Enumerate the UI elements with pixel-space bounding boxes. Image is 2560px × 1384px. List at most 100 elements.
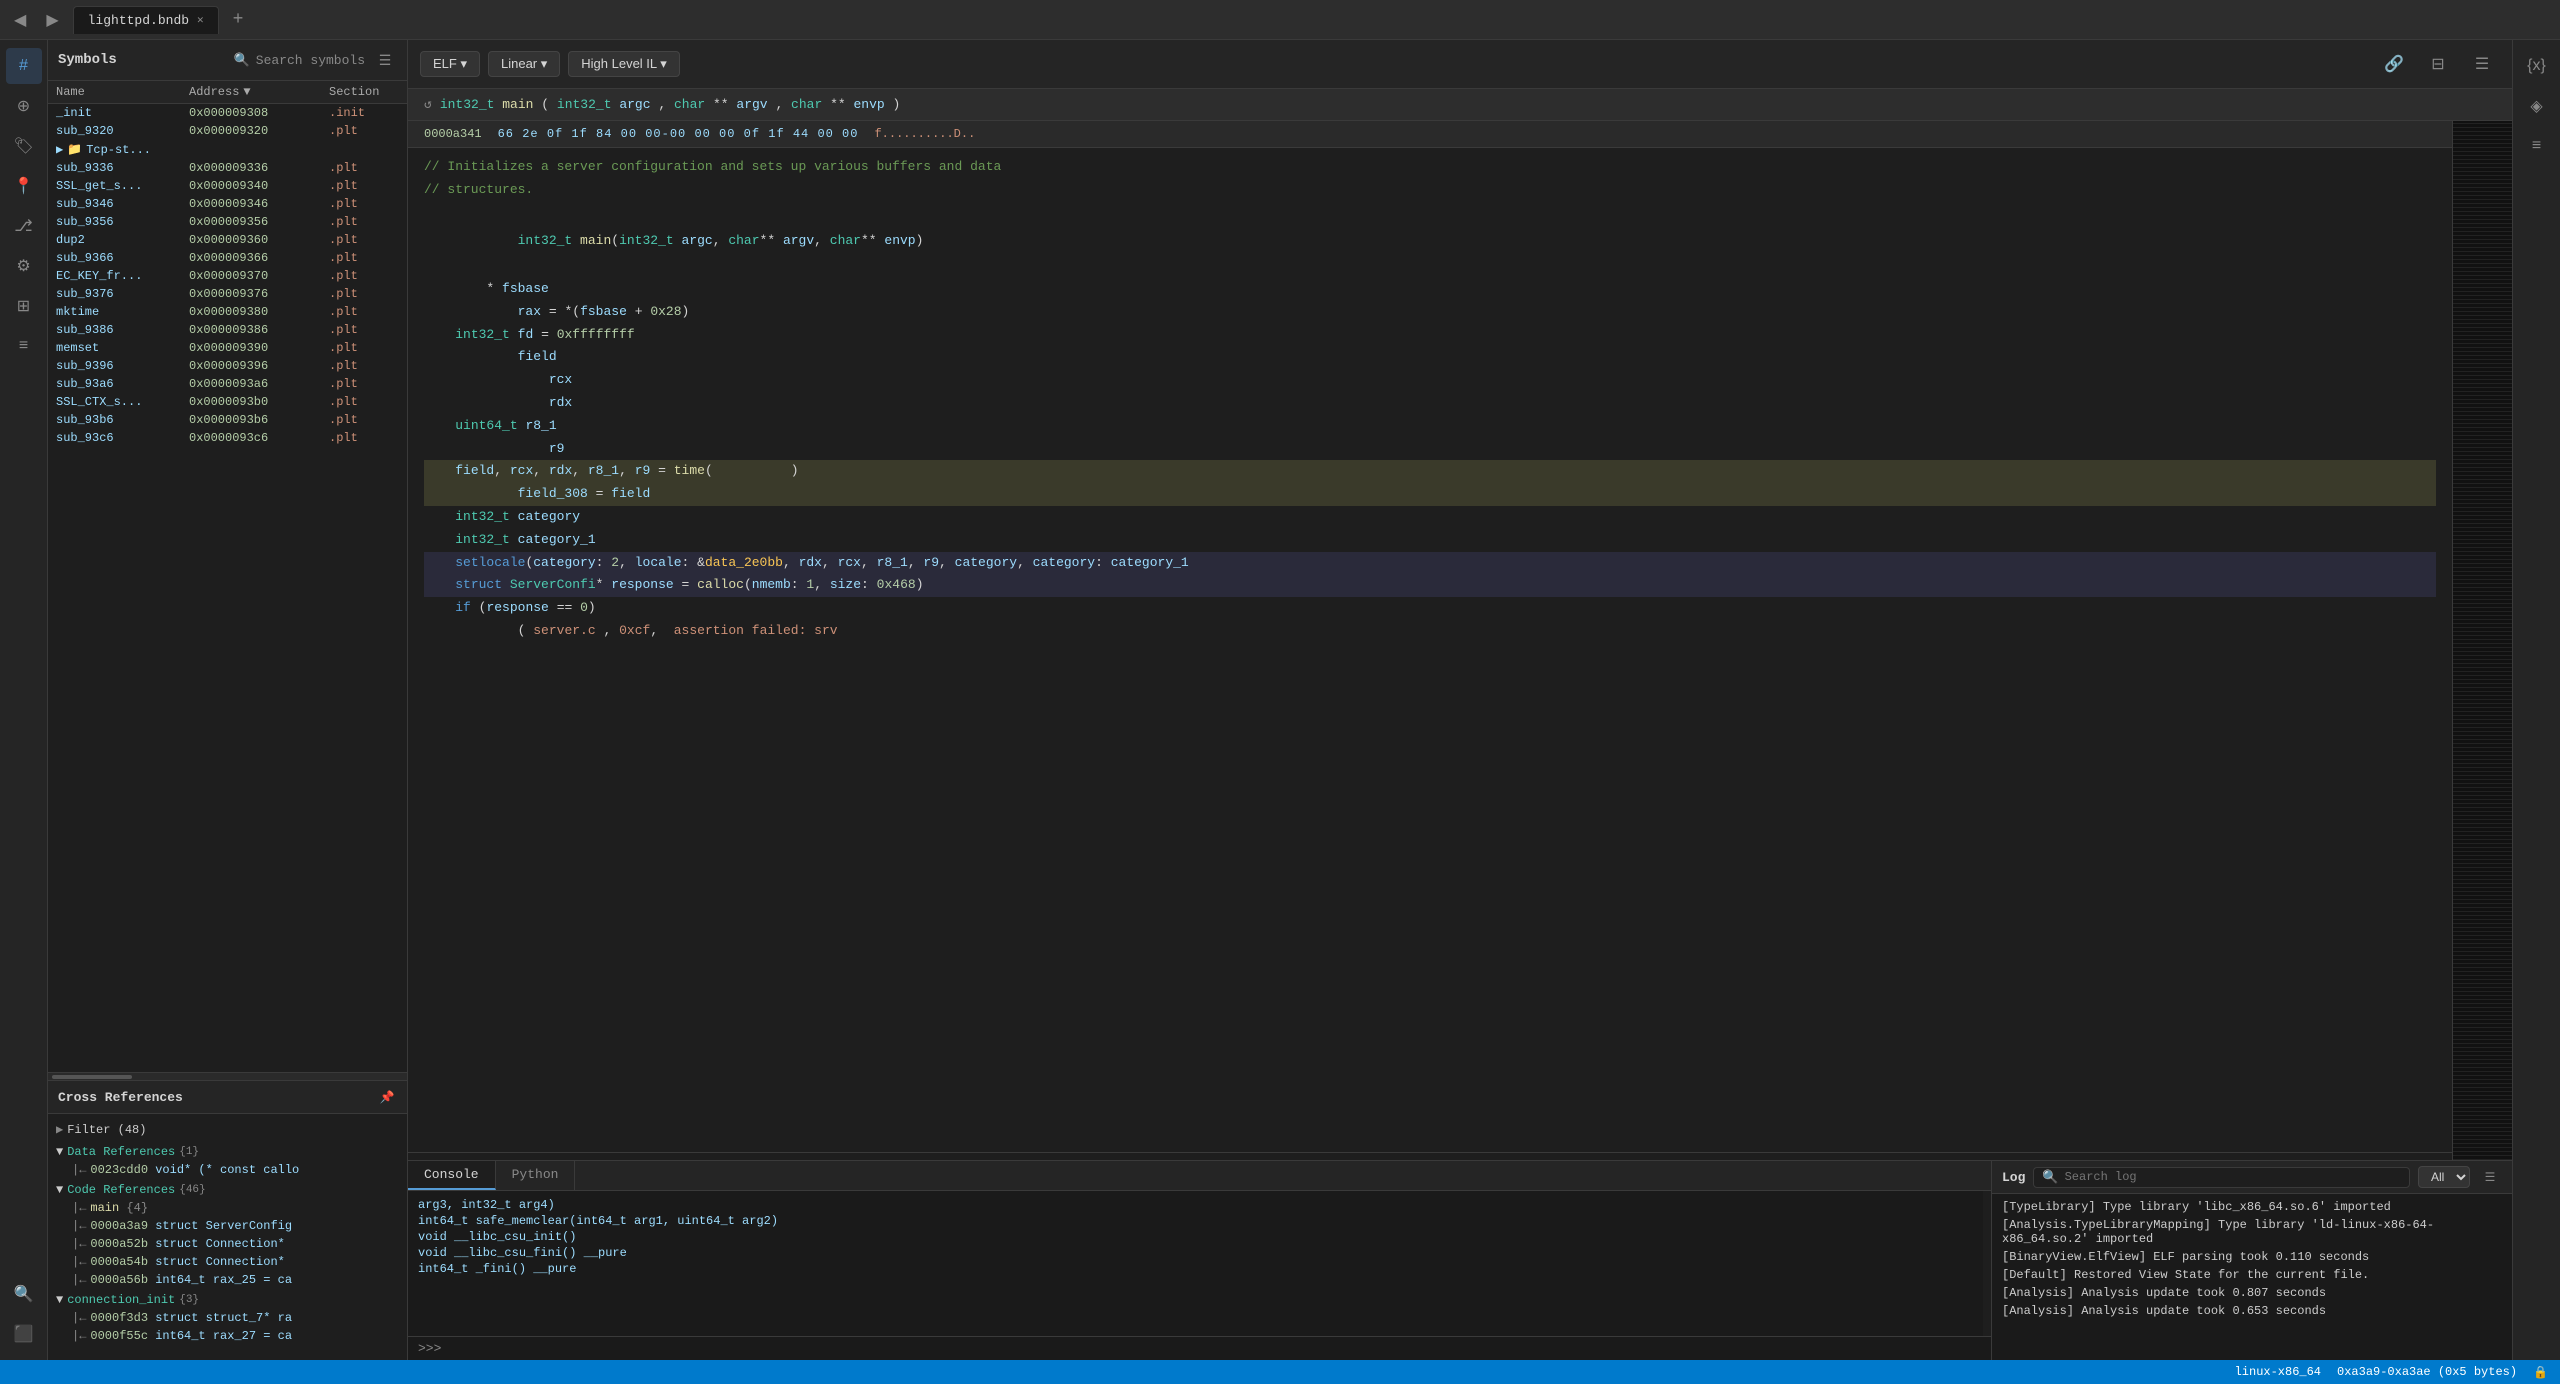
xref-item[interactable]: |←0000a52b struct Connection* [48,1235,407,1253]
code-area: ELF ▾ Linear ▾ High Level IL ▾ 🔗 ⊟ ☰ ↺ i… [408,40,2512,1360]
log-line: [Analysis.TypeLibraryMapping] Type libra… [2002,1216,2502,1248]
log-line: [TypeLibrary] Type library 'libc_x86_64.… [2002,1198,2502,1216]
tab-console[interactable]: Console [408,1161,496,1190]
menu-icon[interactable]: ☰ [2464,46,2500,82]
symbol-row[interactable]: sub_93960x000009396.plt [48,357,407,375]
cross-refs-body: ▶Filter (48) ▼Data References{1}|←0023cdd… [48,1114,407,1360]
symbol-row[interactable]: SSL_get_s...0x000009340.plt [48,177,407,195]
console-input[interactable] [447,1342,1981,1356]
symbol-row[interactable]: sub_93360x000009336.plt [48,159,407,177]
bottom-panel: Console Python arg3, int32_t arg4)int64_… [408,1160,2512,1360]
col-section[interactable]: Section [329,85,399,99]
file-tab[interactable]: lighttpd.bndb ✕ [73,6,219,34]
tab-title: lighttpd.bndb [88,13,189,28]
symbol-row[interactable]: sub_93460x000009346.plt [48,195,407,213]
xref-item[interactable]: |←0000a54b struct Connection* [48,1253,407,1271]
status-addr-range: 0xa3a9-0xa3ae (0x5 bytes) [2337,1365,2517,1379]
symbol-row[interactable]: SSL_CTX_s...0x0000093b0.plt [48,393,407,411]
code-content[interactable]: // Initializes a server configuration an… [408,148,2452,1152]
symbol-row[interactable]: dup20x000009360.plt [48,231,407,249]
code-comment-2: // structures. [424,179,2436,202]
xref-item[interactable]: |←0000f3d3 struct struct_7* ra [48,1309,407,1327]
symbol-row[interactable]: sub_93c60x0000093c6.plt [48,429,407,447]
sidebar-icon-grid[interactable]: ⊞ [6,288,42,324]
xref-section-header[interactable]: ▼Code References{46} [48,1181,407,1199]
func-sig-bar: ↺ int32_t main ( int32_t argc , char ** … [408,89,2512,121]
xref-item[interactable]: |←0023cdd0 void* (* const callo [48,1161,407,1179]
hex-addr: 0000a341 [424,127,482,141]
sidebar-icon-branch[interactable]: ⎇ [6,208,42,244]
symbol-row[interactable]: sub_93a60x0000093a6.plt [48,375,407,393]
sidebar-icon-terminal[interactable]: ⬛ [6,1316,42,1352]
log-menu-icon[interactable]: ☰ [2478,1165,2502,1189]
console-output: arg3, int32_t arg4)int64_t safe_memclear… [408,1191,1983,1336]
mini-map-content [2453,121,2512,1160]
symbol-row[interactable]: mktime0x000009380.plt [48,303,407,321]
xref-section-header[interactable]: ▼connection_init{3} [48,1291,407,1309]
icon-sidebar: # ⊕ 🏷 📍 ⎇ ⚙ ⊞ ≡ 🔍 ⬛ [0,40,48,1360]
split-icon[interactable]: ⊟ [2420,46,2456,82]
symbol-row[interactable]: memset0x000009390.plt [48,339,407,357]
sort-arrow: ▼ [243,85,250,99]
elf-button[interactable]: ELF ▾ [420,51,480,77]
symbol-row[interactable]: sub_93b60x0000093b6.plt [48,411,407,429]
log-filter-select[interactable]: All [2418,1166,2470,1188]
right-icon-close[interactable]: {x} [2519,48,2555,84]
xref-item[interactable]: |←main {4} [48,1199,407,1217]
symbol-row[interactable]: EC_KEY_fr...0x000009370.plt [48,267,407,285]
xref-filter[interactable]: ▶Filter (48) [48,1118,407,1141]
col-address[interactable]: Address ▼ [189,85,329,99]
symbol-row[interactable]: sub_93200x000009320.plt [48,122,407,140]
right-icon-layers[interactable]: ◈ [2519,88,2555,124]
linear-button[interactable]: Linear ▾ [488,51,560,77]
xref-item[interactable]: |←0000a3a9 struct ServerConfig [48,1217,407,1235]
refresh-icon[interactable]: ↺ [424,97,432,112]
status-lock-icon: 🔒 [2533,1365,2548,1380]
cross-refs-pin[interactable]: 📌 [377,1087,397,1107]
sidebar-icon-tag[interactable]: 🏷 [6,128,42,164]
symbol-row[interactable]: sub_93860x000009386.plt [48,321,407,339]
symbols-menu-icon[interactable]: ☰ [373,48,397,72]
forward-button[interactable]: ▶ [40,6,64,34]
log-search-input[interactable] [2065,1170,2401,1184]
code-toolbar: ELF ▾ Linear ▾ High Level IL ▾ 🔗 ⊟ ☰ [408,40,2512,89]
symbol-row[interactable]: sub_93660x000009366.plt [48,249,407,267]
code-line-r8: uint64_t r8_1 [424,415,2436,438]
search-symbols-button[interactable]: 🔍 Search symbols [234,53,365,68]
xref-item[interactable]: |←0000f55c int64_t rax_27 = ca [48,1327,407,1345]
symbol-row[interactable]: sub_93560x000009356.plt [48,213,407,231]
sidebar-icon-search[interactable]: ⊕ [6,88,42,124]
xref-section-header[interactable]: ▼Data References{1} [48,1143,407,1161]
code-line-assert: ( server.c , 0xcf, assertion failed: srv [424,620,2436,643]
log-search-box[interactable]: 🔍 [2033,1167,2410,1188]
code-line-category: int32_t category [424,506,2436,529]
sidebar-icon-pin[interactable]: 📍 [6,168,42,204]
hex-ascii: f..........D.. [874,127,975,141]
console-input-row: >>> [408,1336,1991,1360]
code-line-rdx: rdx [424,392,2436,415]
sidebar-icon-search-bottom[interactable]: 🔍 [6,1276,42,1312]
sidebar-icon-list[interactable]: ≡ [6,328,42,364]
code-line-time: field, rcx, rdx, r8_1, r9 = time( ) [424,460,2436,483]
sidebar-icon-hash[interactable]: # [6,48,42,84]
symbol-row[interactable]: _init0x000009308.init [48,104,407,122]
xref-section: ▼Code References{46}|←main {4}|←0000a3a9… [48,1181,407,1289]
sidebar-icon-gear[interactable]: ⚙ [6,248,42,284]
tab-python[interactable]: Python [496,1161,576,1190]
hlil-button[interactable]: High Level IL ▾ [568,51,680,77]
symbol-row[interactable]: sub_93760x000009376.plt [48,285,407,303]
symbols-hscroll[interactable] [48,1072,407,1080]
back-button[interactable]: ◀ [8,6,32,34]
link-icon[interactable]: 🔗 [2376,46,2412,82]
log-search-icon: 🔍 [2042,1170,2058,1185]
console-scrollbar[interactable] [1983,1191,1991,1336]
main-container: # ⊕ 🏷 📍 ⎇ ⚙ ⊞ ≡ 🔍 ⬛ Symbols 🔍 Search sym… [0,40,2560,1360]
col-name[interactable]: Name [56,85,189,99]
right-icon-menu[interactable]: ≡ [2519,128,2555,164]
code-hscroll[interactable] [408,1152,2452,1160]
new-tab-button[interactable]: + [227,10,250,30]
xref-item[interactable]: |←0000a56b int64_t rax_25 = ca [48,1271,407,1289]
tab-close-button[interactable]: ✕ [197,13,204,27]
code-line-rax: rax = *(fsbase + 0x28) [424,301,2436,324]
symbol-folder-row[interactable]: ▶📁Tcp-st... [48,140,407,159]
